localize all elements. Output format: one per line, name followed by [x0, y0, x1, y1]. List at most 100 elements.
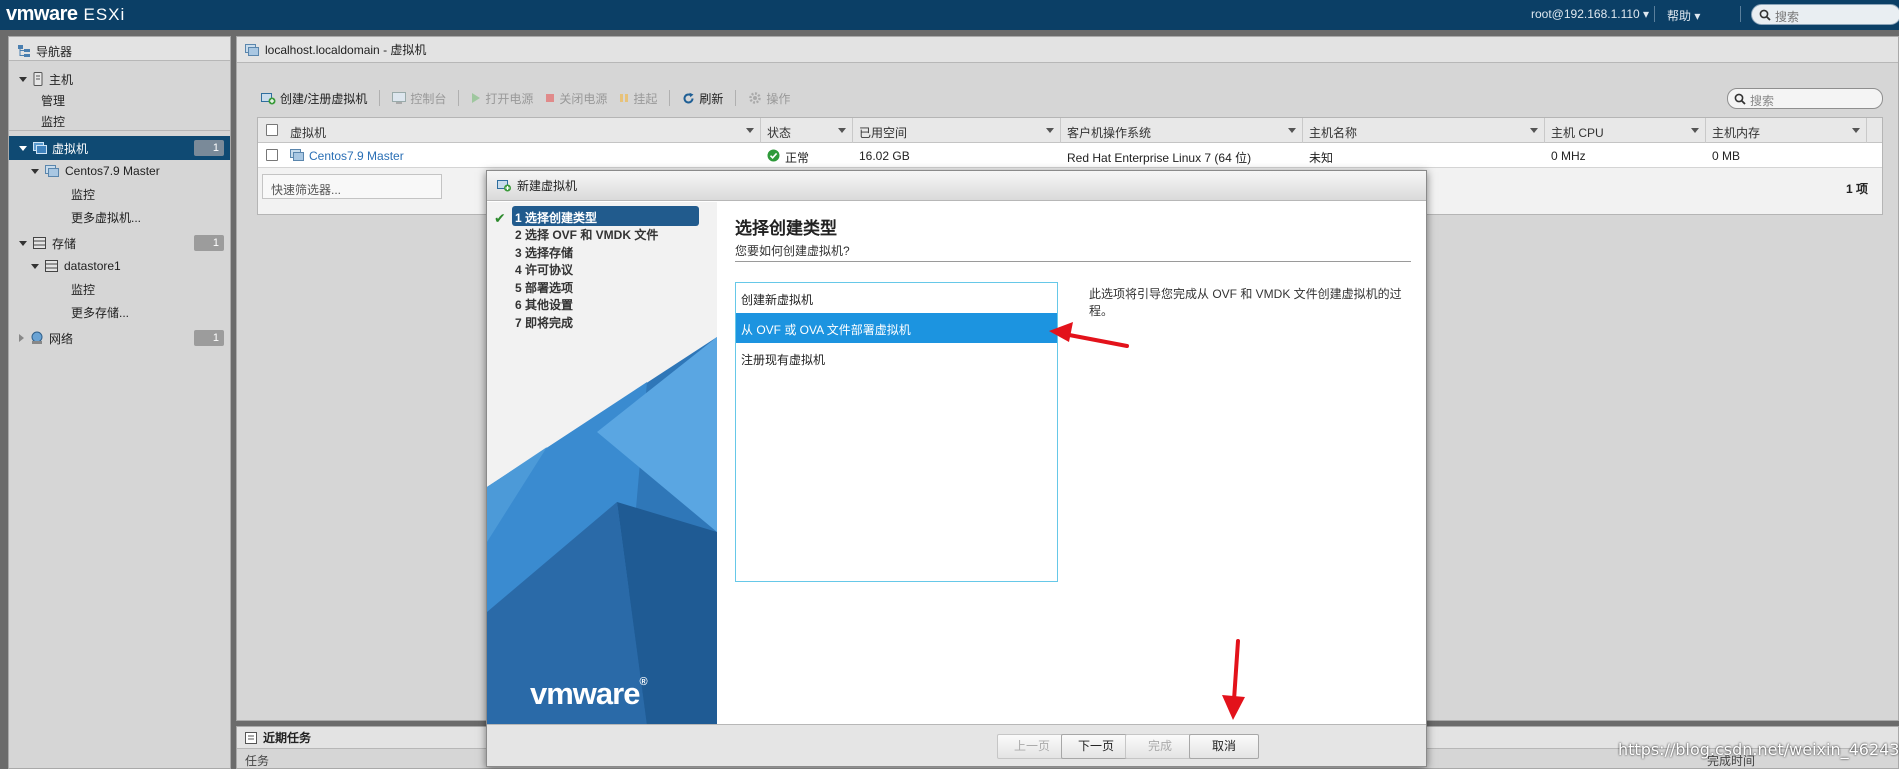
column-header-used-space[interactable]: 已用空间 [853, 118, 1061, 143]
refresh-icon [683, 92, 694, 103]
vm-icon [245, 43, 259, 56]
count-badge: 1 [194, 235, 224, 251]
column-header-status[interactable]: 状态 [761, 118, 853, 143]
collapse-icon[interactable] [31, 263, 39, 269]
wizard-step-4[interactable]: 4 许可协议 [512, 258, 699, 278]
chevron-down-icon[interactable] [838, 128, 846, 133]
cell-text: 0 MB [1712, 149, 1741, 163]
user-label: root@192.168.1.110 [1531, 7, 1640, 21]
nav-item-network[interactable]: 网络 1 [9, 326, 230, 350]
refresh-button[interactable]: 刷新 [682, 90, 723, 107]
option-description: 此选项将引导您完成从 OVF 和 VMDK 文件创建虚拟机的过程。 [1089, 287, 1402, 318]
top-divider [1654, 6, 1655, 22]
wizard-content: 选择创建类型 您要如何创建虚拟机? 创建新虚拟机 从 OVF 或 OVA 文件部… [725, 202, 1427, 726]
breadcrumb: localhost.localdomain - 虚拟机 [265, 43, 427, 57]
option-deploy-from-ovf[interactable]: 从 OVF 或 OVA 文件部署虚拟机 [736, 313, 1057, 343]
nav-label: 更多虚拟机... [71, 210, 142, 225]
power-on-button[interactable]: 打开电源 [471, 90, 533, 107]
wizard-step-7[interactable]: 7 即将完成 [512, 311, 699, 331]
quick-filter-dropdown[interactable]: 快速筛选器... [262, 174, 442, 199]
option-register-existing-vm[interactable]: 注册现有虚拟机 [736, 343, 1057, 373]
chevron-down-icon[interactable] [1288, 128, 1296, 133]
new-vm-dialog: 新建虚拟机 ✔ 1 选择创建类型 2 选择 OVF 和 VMDK 文件 3 选择… [486, 170, 1427, 767]
toolbar-label: 打开电源 [485, 91, 534, 106]
step-label: 4 许可协议 [515, 263, 574, 277]
back-button[interactable]: 上一页 [997, 734, 1067, 759]
search-placeholder: 搜索 [1750, 94, 1775, 108]
cell-text: Red Hat Enterprise Linux 7 (64 位) [1067, 151, 1252, 165]
actions-button[interactable]: 操作 [748, 90, 790, 107]
nav-item-storage[interactable]: 存储 1 [9, 231, 230, 255]
checkmark-icon: ✔ [494, 210, 506, 226]
column-header-vm[interactable]: 虚拟机 [284, 118, 761, 143]
toolbar-label: 控制台 [410, 91, 447, 106]
nav-label: 监控 [41, 114, 66, 129]
nav-item-ds-monitor[interactable]: 监控 [9, 277, 230, 301]
column-header-host-memory[interactable]: 主机内存 [1706, 118, 1867, 143]
nav-label: 更多存储... [71, 305, 130, 320]
collapse-icon[interactable] [19, 76, 27, 82]
host-cpu-cell: 0 MHz [1545, 143, 1586, 168]
creation-type-list[interactable]: 创建新虚拟机 从 OVF 或 OVA 文件部署虚拟机 注册现有虚拟机 [735, 282, 1058, 582]
row-checkbox[interactable] [266, 149, 278, 161]
help-menu[interactable]: 帮助 ▾ [1667, 7, 1700, 24]
nav-label: 网络 [49, 331, 74, 346]
collapse-icon[interactable] [19, 145, 27, 151]
chevron-down-icon[interactable] [1046, 128, 1054, 133]
chevron-down-icon[interactable] [746, 128, 754, 133]
chevron-down-icon[interactable] [1530, 128, 1538, 133]
navigator-panel: 导航器 主机 管理 监控 虚拟机 1 Centos7.9 Master 监控 更… [8, 36, 231, 769]
count-badge: 1 [194, 330, 224, 346]
column-header-hostname[interactable]: 主机名称 [1303, 118, 1545, 143]
option-label: 从 OVF 或 OVA 文件部署虚拟机 [741, 323, 911, 337]
suspend-button[interactable]: 挂起 [619, 90, 657, 107]
vm-name-link[interactable]: Centos7.9 Master [309, 149, 404, 163]
column-header-task[interactable]: 任务 [245, 752, 269, 769]
search-placeholder: 搜索 [1775, 10, 1800, 24]
nav-item-more-vms[interactable]: 更多虚拟机... [9, 205, 230, 229]
table-row[interactable]: Centos7.9 Master 正常 16.02 GB Red Hat Ent… [258, 143, 1882, 168]
select-all-checkbox[interactable] [266, 124, 278, 136]
create-register-vm-button[interactable]: 创建/注册虚拟机 [261, 90, 367, 107]
option-create-new-vm[interactable]: 创建新虚拟机 [736, 283, 1057, 313]
cancel-button[interactable]: 取消 [1189, 734, 1259, 759]
top-divider [1740, 6, 1741, 22]
nav-item-more-storage[interactable]: 更多存储... [9, 300, 230, 324]
help-label: 帮助 [1667, 9, 1692, 23]
chevron-down-icon[interactable] [1852, 128, 1860, 133]
column-header-host-cpu[interactable]: 主机 CPU [1545, 118, 1706, 143]
suspend-icon [620, 94, 629, 102]
nav-item-vm-monitor[interactable]: 监控 [9, 182, 230, 206]
top-bar: vmware ESXi root@192.168.1.110 ▾ 帮助 ▾ 搜索 [0, 0, 1899, 30]
column-label: 虚拟机 [290, 126, 327, 140]
chevron-down-icon[interactable] [1691, 128, 1699, 133]
collapse-icon[interactable] [19, 240, 27, 246]
expand-icon[interactable] [19, 334, 24, 342]
vm-icon [33, 142, 47, 154]
finish-button[interactable]: 完成 [1125, 734, 1195, 759]
create-vm-icon [261, 93, 276, 105]
toolbar-divider [458, 90, 460, 106]
top-search-input[interactable]: 搜索 [1751, 4, 1899, 25]
dialog-footer: 上一页 下一页 完成 取消 [487, 724, 1426, 766]
wizard-step-2[interactable]: 2 选择 OVF 和 VMDK 文件 [512, 223, 699, 243]
column-header-guest-os[interactable]: 客户机操作系统 [1061, 118, 1303, 143]
nav-item-vm-centos[interactable]: Centos7.9 Master [9, 159, 230, 183]
navigator-title: 导航器 [36, 44, 73, 59]
user-menu[interactable]: root@192.168.1.110 ▾ [1531, 7, 1649, 21]
collapse-icon[interactable] [31, 168, 39, 174]
option-label: 注册现有虚拟机 [741, 353, 826, 367]
nav-label: 存储 [52, 236, 77, 251]
recent-tasks-title: 近期任务 [263, 731, 312, 745]
vm-name-cell[interactable]: Centos7.9 Master [284, 143, 404, 168]
nav-item-datastore[interactable]: datastore1 [9, 254, 230, 278]
nav-label: datastore1 [64, 259, 121, 273]
nav-label: 虚拟机 [52, 141, 89, 156]
power-off-button[interactable]: 关闭电源 [545, 90, 607, 107]
console-button[interactable]: 控制台 [392, 90, 446, 107]
next-button[interactable]: 下一页 [1061, 734, 1131, 759]
wizard-step-6[interactable]: 6 其他设置 [512, 293, 699, 313]
step-label: 2 选择 OVF 和 VMDK 文件 [515, 228, 659, 242]
vm-search-input[interactable]: 搜索 [1727, 88, 1883, 109]
nav-item-vms[interactable]: 虚拟机 1 [9, 136, 230, 160]
